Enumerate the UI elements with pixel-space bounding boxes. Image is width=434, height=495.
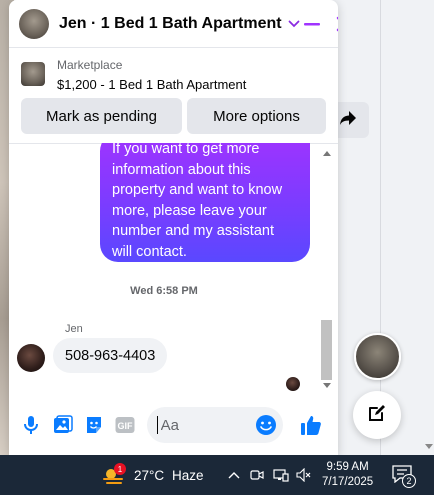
network-icon[interactable] <box>273 467 289 483</box>
message-input[interactable] <box>160 416 255 434</box>
new-message-button[interactable] <box>353 391 401 439</box>
minimize-icon[interactable] <box>300 12 324 36</box>
background-divider <box>380 0 381 455</box>
background-panel <box>338 0 434 455</box>
volume-muted-icon[interactable] <box>296 467 312 483</box>
chat-title[interactable]: Jen · 1 Bed 1 Bath Apartment <box>59 15 282 33</box>
sender-avatar[interactable] <box>17 344 45 372</box>
sticker-icon[interactable] <box>82 412 106 438</box>
clock-time: 9:59 AM <box>326 461 369 473</box>
chat-window: Jen · 1 Bed 1 Bath Apartment Marketplace… <box>9 0 338 455</box>
chevron-up-icon[interactable] <box>226 467 242 483</box>
scrollbar-thumb[interactable] <box>321 320 332 380</box>
message-timestamp: Wed 6:58 PM <box>130 285 198 297</box>
photo-icon[interactable] <box>50 412 74 438</box>
weather-temperature[interactable]: 27°C <box>134 468 164 483</box>
incoming-message[interactable]: 508-963-4403 <box>53 338 168 373</box>
close-icon[interactable] <box>332 12 338 36</box>
message-composer: GIF <box>9 400 338 450</box>
text-caret <box>156 416 158 434</box>
sender-name: Jen <box>65 323 83 335</box>
chevron-down-icon[interactable] <box>288 20 300 28</box>
chat-header[interactable]: Jen · 1 Bed 1 Bath Apartment <box>9 0 338 48</box>
message-list: If you want to get more information abou… <box>9 143 338 395</box>
thumbs-up-icon[interactable] <box>299 412 323 438</box>
message-input-field[interactable] <box>146 407 283 443</box>
compose-icon <box>367 403 387 428</box>
microphone-icon[interactable] <box>19 412 43 438</box>
marketplace-listing[interactable]: Marketplace $1,200 - 1 Bed 1 Bath Apartm… <box>9 48 338 94</box>
meet-now-icon[interactable] <box>249 467 265 483</box>
scroll-up-arrow-icon[interactable] <box>323 151 331 156</box>
scroll-down-arrow-icon[interactable] <box>425 444 433 449</box>
listing-title: $1,200 - 1 Bed 1 Bath Apartment <box>57 77 247 92</box>
avatar[interactable] <box>19 8 49 39</box>
share-icon <box>339 110 357 131</box>
mark-as-pending-button[interactable]: Mark as pending <box>21 98 182 134</box>
taskbar: 1 27°C Haze 9:59 AM 7/17/2025 2 <box>0 455 434 495</box>
minimized-chat-avatar[interactable] <box>354 333 401 380</box>
system-clock[interactable]: 9:59 AM 7/17/2025 <box>322 460 373 490</box>
weather-condition[interactable]: Haze <box>172 468 204 483</box>
scroll-down-arrow-icon[interactable] <box>323 383 331 388</box>
listing-thumbnail <box>21 62 45 86</box>
svg-text:GIF: GIF <box>118 421 134 431</box>
weather-alert-badge: 1 <box>114 463 126 475</box>
emoji-icon[interactable] <box>255 414 277 436</box>
more-options-button[interactable]: More options <box>187 98 326 134</box>
read-receipt-avatar <box>286 377 300 391</box>
chat-scrollbar[interactable] <box>319 143 334 395</box>
marketplace-label: Marketplace <box>57 58 123 72</box>
clock-date: 7/17/2025 <box>322 476 374 488</box>
gif-icon[interactable]: GIF <box>113 412 137 438</box>
notification-count-badge: 2 <box>402 474 416 488</box>
page-scrollbar[interactable] <box>423 0 434 455</box>
outgoing-message[interactable]: If you want to get more information abou… <box>100 143 310 262</box>
